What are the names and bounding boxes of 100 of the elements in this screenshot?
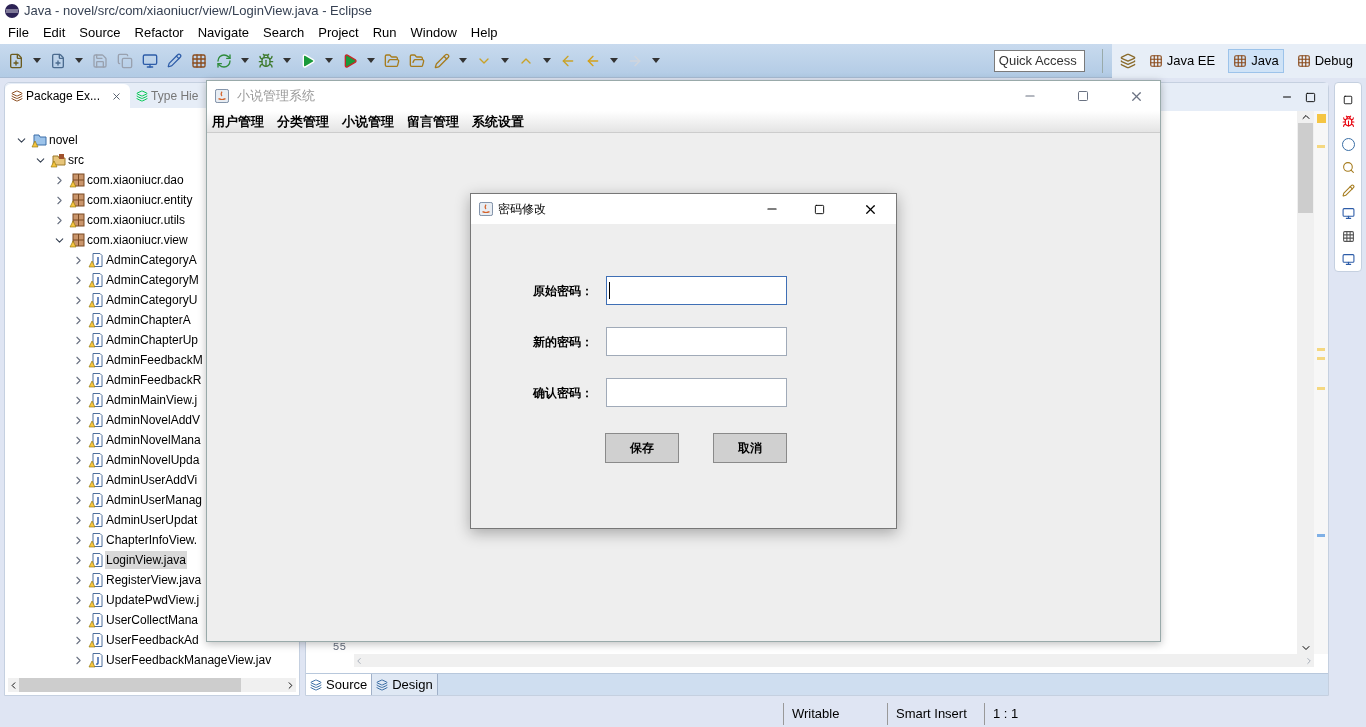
dropdown-arrow-icon[interactable]: [367, 58, 375, 63]
password-field[interactable]: [606, 276, 787, 305]
tree-item[interactable]: AdminCategoryM: [105, 271, 200, 289]
scroll-thumb[interactable]: [19, 678, 241, 692]
dropdown-arrow-icon[interactable]: [652, 58, 660, 63]
menu-item[interactable]: 留言管理: [404, 111, 462, 132]
menu-item[interactable]: Source: [75, 23, 125, 43]
tree-item[interactable]: RegisterView.java: [105, 571, 203, 589]
refresh-icon[interactable]: [216, 52, 232, 69]
view-tab[interactable]: Type Hie: [130, 84, 199, 108]
tree-item[interactable]: com.xiaoniucr.view: [86, 231, 189, 249]
tree-item[interactable]: AdminNovelAddV: [105, 411, 202, 429]
tree-item[interactable]: UserCollectMana: [105, 611, 200, 629]
brush-icon[interactable]: [1341, 184, 1355, 197]
restore-icon[interactable]: [1343, 95, 1353, 105]
java-app-icon: [215, 89, 229, 103]
dropdown-arrow-icon[interactable]: [241, 58, 249, 63]
quick-access-field[interactable]: Quick Access: [993, 49, 1085, 72]
perspective-button[interactable]: Java: [1228, 48, 1284, 73]
tree-item[interactable]: AdminNovelMana: [105, 431, 202, 449]
tree-item[interactable]: com.xiaoniucr.entity: [86, 191, 194, 209]
editor-tab[interactable]: Design: [372, 674, 438, 695]
scroll-thumb[interactable]: [1298, 123, 1313, 213]
tree-item[interactable]: AdminUserManag: [105, 491, 204, 509]
problems-icon[interactable]: [1341, 115, 1355, 128]
tree-item[interactable]: AdminNovelUpda: [105, 451, 201, 469]
tree-item[interactable]: AdminFeedbackM: [105, 351, 204, 369]
dropdown-arrow-icon[interactable]: [610, 58, 618, 63]
monitor-icon[interactable]: [1341, 253, 1355, 266]
menu-item[interactable]: Edit: [38, 23, 70, 43]
tree-item[interactable]: AdminFeedbackR: [105, 371, 203, 389]
java-file-icon: [88, 452, 104, 468]
tree-item[interactable]: novel: [48, 131, 79, 149]
dropdown-arrow-icon[interactable]: [33, 58, 41, 63]
tree-item[interactable]: AdminChapterA: [105, 311, 192, 329]
maximize-icon[interactable]: [814, 203, 825, 215]
menu-item[interactable]: Project: [314, 23, 363, 43]
menu-item[interactable]: Run: [368, 23, 401, 43]
dropdown-arrow-icon[interactable]: [283, 58, 291, 63]
view-icon: [11, 90, 23, 102]
monitor-icon[interactable]: [142, 52, 158, 69]
view-tab[interactable]: Package Ex...: [5, 84, 131, 108]
perspective-button[interactable]: Java EE: [1143, 48, 1221, 73]
bug-icon[interactable]: [258, 52, 274, 69]
java-file-icon: [88, 632, 104, 648]
menu-item[interactable]: Refactor: [130, 23, 188, 43]
folder-icon[interactable]: [409, 52, 425, 69]
tree-item[interactable]: UserFeedbackAd: [105, 631, 200, 649]
menu-item[interactable]: 分类管理: [274, 111, 332, 132]
dropdown-arrow-icon[interactable]: [543, 58, 551, 63]
perspective-button[interactable]: Debug: [1291, 48, 1358, 73]
open-folder-icon[interactable]: [384, 52, 400, 69]
dialog-button[interactable]: 保存: [605, 433, 679, 463]
password-field[interactable]: [606, 378, 787, 407]
tree-item[interactable]: AdminCategoryA: [105, 251, 198, 269]
tree-item[interactable]: AdminUserAddVi: [105, 471, 199, 489]
run-tool-icon[interactable]: [342, 52, 358, 69]
open-perspective-icon[interactable]: [1119, 52, 1136, 69]
brush-icon[interactable]: [434, 52, 450, 69]
menu-item[interactable]: Help: [466, 23, 502, 43]
tree-item[interactable]: AdminUserUpdat: [105, 511, 199, 529]
java-file-icon: [88, 592, 104, 608]
tree-item[interactable]: AdminCategoryU: [105, 291, 199, 309]
menu-item[interactable]: 系统设置: [469, 111, 527, 132]
java-file-icon: [88, 272, 104, 288]
dropdown-arrow-icon[interactable]: [325, 58, 333, 63]
java-file-icon: [88, 612, 104, 628]
dialog-button[interactable]: 取消: [713, 433, 787, 463]
menu-item[interactable]: Window: [406, 23, 461, 43]
editor-tab[interactable]: Source: [306, 674, 373, 695]
grid-icon[interactable]: [191, 52, 207, 69]
console-icon[interactable]: [1341, 207, 1355, 220]
vertical-scrollbar[interactable]: [1297, 111, 1314, 654]
tree-item[interactable]: LoginView.java: [105, 551, 187, 569]
dropdown-arrow-icon[interactable]: [75, 58, 83, 63]
dropdown-arrow-icon[interactable]: [459, 58, 467, 63]
menu-item[interactable]: 小说管理: [339, 111, 397, 132]
menu-item[interactable]: Search: [259, 23, 309, 43]
tree-item[interactable]: src: [67, 151, 85, 169]
tree-item[interactable]: UpdatePwdView.j: [105, 591, 201, 609]
menu-item[interactable]: Navigate: [193, 23, 253, 43]
new-file-icon[interactable]: [8, 52, 24, 69]
package-icon: [69, 192, 85, 208]
horizontal-scrollbar[interactable]: [8, 678, 296, 692]
maximize-icon[interactable]: [1305, 91, 1316, 103]
menu-item[interactable]: File: [4, 23, 33, 43]
dropdown-arrow-icon[interactable]: [501, 58, 509, 63]
tree-item[interactable]: com.xiaoniucr.utils: [86, 211, 187, 229]
perspective-icon: [1148, 53, 1163, 68]
password-field[interactable]: [606, 327, 787, 356]
close-icon[interactable]: [111, 90, 123, 102]
menu-item[interactable]: 用户管理: [209, 111, 267, 132]
tree-item[interactable]: com.xiaoniucr.dao: [86, 171, 185, 189]
tree-item[interactable]: AdminMainView.j: [105, 391, 199, 409]
tree-item[interactable]: ChapterInfoView.: [105, 531, 199, 549]
java-file-icon: [88, 392, 104, 408]
tree-item[interactable]: AdminChapterUp: [105, 331, 200, 349]
run-icon[interactable]: [300, 52, 316, 69]
new-item-icon[interactable]: [50, 52, 66, 69]
tree-item[interactable]: UserFeedbackManageView.jav: [105, 651, 273, 669]
